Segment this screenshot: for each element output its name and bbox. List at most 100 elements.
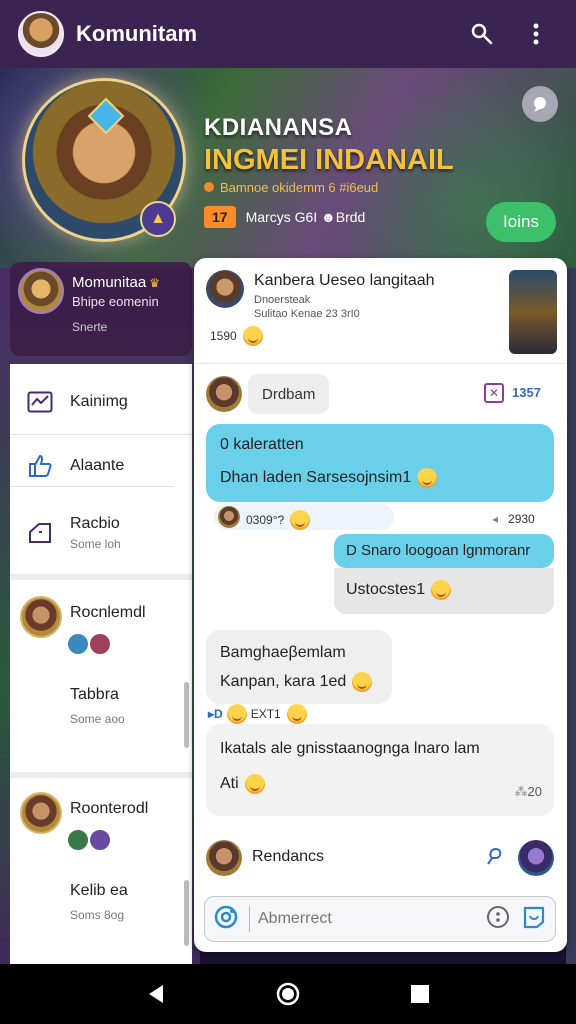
community-banner: ▲ KDIANANSA INGMEI INDANAIL Bamnoe okide… <box>0 68 576 268</box>
message-composer <box>204 896 556 942</box>
app-title: Komunitam <box>76 21 197 46</box>
message-input[interactable] <box>249 906 485 932</box>
reply-bar: Rendancs <box>194 828 567 888</box>
banner-info: Bamnoe okidemm 6 #i6eud <box>204 180 378 195</box>
rank-badge-icon: ▲ <box>140 201 176 237</box>
reaction-meta-text: 0309°? <box>246 513 285 527</box>
message-time-text: 2930 <box>508 512 535 526</box>
group-item[interactable]: Roonterodl Kelib ea Soms 8og <box>10 782 192 964</box>
user-pill[interactable]: Drdbam <box>248 374 330 414</box>
post-title: Kanbera Ueseo langitaah <box>254 272 435 289</box>
long-message-count-text: 20 <box>527 784 542 799</box>
member-avatar <box>88 632 112 656</box>
user-avatar[interactable] <box>206 376 242 412</box>
smile-emoji-icon <box>352 672 373 692</box>
search-icon[interactable] <box>460 12 504 56</box>
sticker-icon[interactable] <box>521 904 547 935</box>
member-count-number: 17 <box>204 206 236 228</box>
message-title: 0 kaleratten <box>220 436 304 453</box>
side-item-label: Kainimg <box>70 393 128 410</box>
scrollbar[interactable] <box>184 682 189 748</box>
smile-emoji-icon <box>242 326 263 346</box>
home-icon[interactable] <box>266 972 310 1016</box>
join-button[interactable]: Ioins <box>486 202 556 242</box>
profile-card[interactable]: Momunitaa ♛ Bhipe eomenin Snerte <box>10 262 192 356</box>
reply-avatar[interactable] <box>206 840 242 876</box>
message-bubble[interactable]: 0 kaleratten Dhan laden Sarsesojnsim1 <box>206 424 554 502</box>
side-item-radio[interactable]: Racbio Some loh <box>10 498 192 568</box>
incoming-title: Bamghaeβemlam <box>220 644 346 661</box>
recents-icon[interactable] <box>398 972 442 1016</box>
post-sub2: Sulitao Kenae 23 3rI0 <box>254 308 360 320</box>
side-item-ranking[interactable]: Kainimg <box>10 374 192 430</box>
member-count: 17 Marcys G6I ☻Brdd <box>204 206 365 228</box>
crown-icon: ♛ <box>149 276 160 290</box>
app-bar: Komunitam <box>0 0 576 68</box>
group-name: Rocnlemdl <box>70 604 146 621</box>
long-message-bubble[interactable]: Ikatals ale gnisstaanognga lnaro lam Ati… <box>206 724 554 816</box>
chat-bubble-icon[interactable] <box>522 86 558 122</box>
section-divider <box>10 574 192 580</box>
member-count-label: Marcys G6I ☻Brdd <box>245 209 366 225</box>
incoming-meta: ▸D EXT1 <box>208 704 307 724</box>
outgoing-title: D Snaro loogoan lgnmoranr <box>346 542 531 559</box>
post-meta-text: 1590 <box>210 329 237 343</box>
smile-emoji-icon <box>417 468 438 488</box>
banner-info-text: Bamnoe okidemm 6 #i6eud <box>220 180 379 195</box>
message-time: ◂ 2930 <box>492 512 535 526</box>
group-sub2: Soms 8og <box>70 908 125 922</box>
profile-name-text: Momunitaa <box>72 274 147 291</box>
long-message-meta-text: Ati <box>220 775 239 792</box>
post-meta: 1590 <box>210 326 263 346</box>
chat-panel: Kanbera Ueseo langitaah Dnoersteak Sulit… <box>194 258 567 952</box>
outgoing-text-value: Ustocstes1 <box>346 581 426 598</box>
member-avatar <box>66 632 90 656</box>
group-avatar <box>20 596 62 638</box>
scrollbar[interactable] <box>184 880 189 946</box>
side-item-label: Racbio <box>70 515 120 532</box>
channel-icon[interactable]: ✕ <box>484 383 504 403</box>
outgoing-bubble-header[interactable]: D Snaro loogoan lgnmoranr <box>334 534 554 568</box>
side-item-label: Alaante <box>70 457 125 474</box>
long-message-text: Ikatals ale gnisstaanognga lnaro lam <box>220 740 480 757</box>
smile-emoji-icon <box>431 580 452 600</box>
reactor-avatar <box>218 506 240 528</box>
post-sub: Dnoersteak <box>254 294 311 306</box>
profile-avatar <box>18 268 64 314</box>
smile-emoji-icon <box>244 774 265 794</box>
profile-line: Bhipe eomenin <box>72 294 159 309</box>
background-art-right <box>566 268 576 964</box>
chart-icon <box>26 388 54 416</box>
incoming-meta-text: EXT1 <box>250 707 281 721</box>
smile-emoji-icon <box>226 704 247 724</box>
mention-icon[interactable] <box>482 844 506 873</box>
emoji-picker-icon[interactable] <box>485 904 511 935</box>
member-avatar <box>66 828 90 852</box>
group-name: Roonterodl <box>70 800 149 817</box>
back-icon[interactable] <box>134 972 178 1016</box>
group-sub2: Some aoo <box>70 712 125 726</box>
long-message-meta: Ati <box>220 774 265 794</box>
divider <box>10 486 174 487</box>
member-avatar[interactable] <box>518 840 554 876</box>
camera-icon[interactable] <box>213 904 239 935</box>
thumbs-up-icon <box>26 452 54 480</box>
smile-emoji-icon <box>290 510 311 530</box>
more-icon[interactable] <box>514 12 558 56</box>
outgoing-bubble[interactable]: Ustocstes1 <box>334 568 554 614</box>
long-message-count: ⁂20 <box>514 784 542 799</box>
app-avatar[interactable] <box>18 11 64 57</box>
group-sub: Tabbra <box>70 686 119 703</box>
system-nav-bar <box>0 964 576 1024</box>
incoming-bubble[interactable]: Bamghaeβemlam Kanpan, kara 1ed <box>206 630 392 704</box>
post-avatar <box>206 270 244 308</box>
divider <box>10 434 192 435</box>
group-item[interactable]: Rocnlemdl Tabbra Some aoo <box>10 586 192 772</box>
side-menu: Kainimg Alaante Racbio Some loh Rocnlemd… <box>10 364 192 964</box>
post-thumbnail[interactable] <box>509 270 557 354</box>
profile-name: Momunitaa ♛ <box>72 274 160 291</box>
smile-emoji-icon <box>286 704 307 724</box>
pinned-post[interactable]: Kanbera Ueseo langitaah Dnoersteak Sulit… <box>194 258 567 364</box>
reply-name: Rendancs <box>252 848 325 865</box>
message-text-value: Dhan laden Sarsesojnsim1 <box>220 469 412 486</box>
